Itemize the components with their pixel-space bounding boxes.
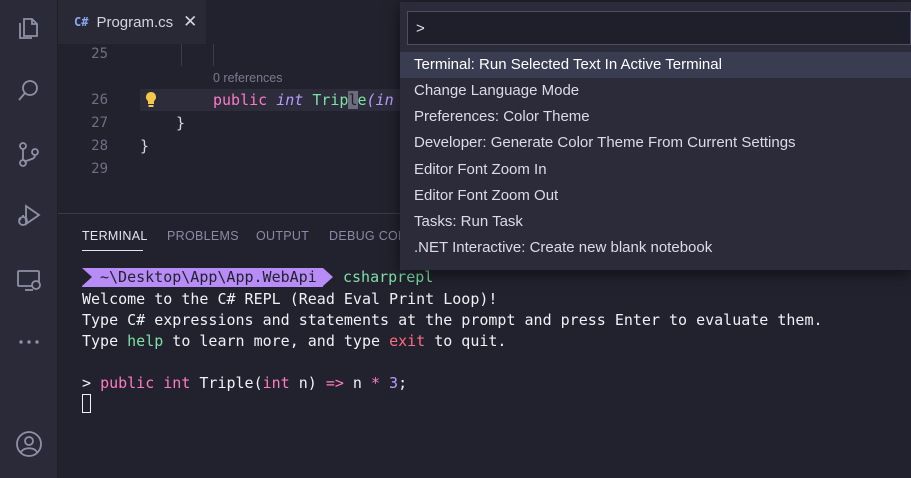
palette-item[interactable]: Editor Font Zoom Out [400, 183, 911, 209]
palette-item[interactable]: Preferences: Color Theme [400, 104, 911, 130]
indent-guide [213, 44, 214, 66]
activity-bar [0, 0, 58, 478]
prompt-path: ~\Desktop\App\App.WebApi [82, 268, 333, 287]
text-cursor: l [348, 91, 358, 109]
more-icon[interactable] [13, 326, 45, 358]
terminal-cursor [82, 394, 91, 413]
repl-input-line[interactable]: > public int Triple(int n) => n * 3; [82, 373, 407, 394]
palette-item[interactable]: Tasks: Run Task [400, 209, 911, 235]
line-number: 27 [91, 115, 108, 131]
tab-output[interactable]: OUTPUT [256, 229, 309, 243]
accounts-icon[interactable] [13, 428, 45, 460]
line-number: 25 [91, 46, 108, 62]
source-control-icon[interactable] [13, 138, 45, 170]
palette-item[interactable]: Developer: Generate Color Theme From Cur… [400, 130, 911, 156]
command-palette: Terminal: Run Selected Text In Active Te… [400, 2, 911, 270]
line-number: 29 [91, 161, 108, 177]
palette-item[interactable]: Change Language Mode [400, 78, 911, 104]
terminal-welcome: Welcome to the C# REPL (Read Eval Print … [82, 290, 498, 308]
code-line-28: } [140, 137, 150, 155]
tab-program-cs[interactable]: C# Program.cs ✕ [58, 0, 206, 44]
tab-debug-console[interactable]: DEBUG CON [329, 229, 407, 243]
line-number: 28 [91, 138, 108, 154]
palette-item[interactable]: Terminal: Run Selected Text In Active Te… [400, 52, 911, 78]
run-debug-icon[interactable] [13, 200, 45, 232]
indent-guide [181, 44, 182, 66]
close-icon[interactable]: ✕ [183, 12, 197, 32]
remote-explorer-icon[interactable] [13, 264, 45, 296]
command-palette-input[interactable] [407, 11, 911, 45]
line-number: 26 [91, 92, 108, 108]
tab-label: Program.cs [96, 13, 174, 31]
active-tab-indicator [82, 250, 143, 251]
code-line-26: public int Triple(in [213, 91, 394, 109]
tab-terminal[interactable]: TERMINAL [82, 229, 148, 243]
prompt-arrow [82, 268, 92, 286]
search-icon[interactable] [13, 74, 45, 106]
palette-item[interactable]: .NET Interactive: Create new blank noteb… [400, 235, 911, 261]
lightbulb-icon[interactable] [144, 91, 158, 109]
codelens-references[interactable]: 0 references [213, 71, 282, 85]
palette-item[interactable]: Editor Font Zoom In [400, 157, 911, 183]
terminal-command: csharprepl [343, 268, 434, 286]
terminal-help-line: Type help to learn more, and type exit t… [82, 332, 507, 350]
code-line-27: } [176, 114, 186, 132]
tab-problems[interactable]: PROBLEMS [167, 229, 239, 243]
explorer-icon[interactable] [13, 12, 45, 44]
terminal-instructions: Type C# expressions and statements at th… [82, 311, 823, 329]
csharp-file-icon: C# [74, 15, 89, 29]
